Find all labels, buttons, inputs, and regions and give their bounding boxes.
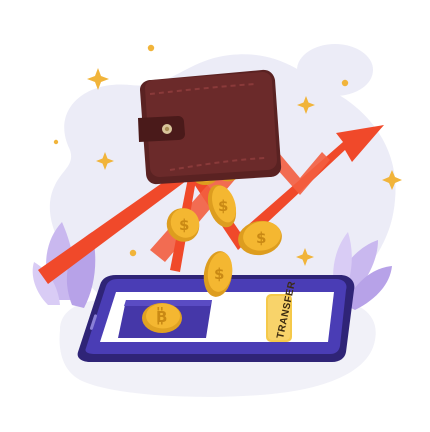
illustration-scene: B TRANSFER $ $ $ $	[0, 0, 430, 432]
bitcoin-icon: B	[142, 303, 182, 333]
svg-text:$: $	[256, 229, 266, 247]
wallet-icon	[138, 69, 282, 185]
coin-card: B	[118, 300, 212, 338]
fintech-illustration: B TRANSFER $ $ $ $	[32, 44, 402, 397]
svg-text:$: $	[214, 265, 224, 283]
svg-text:$: $	[179, 216, 189, 234]
svg-text:$: $	[218, 197, 228, 215]
